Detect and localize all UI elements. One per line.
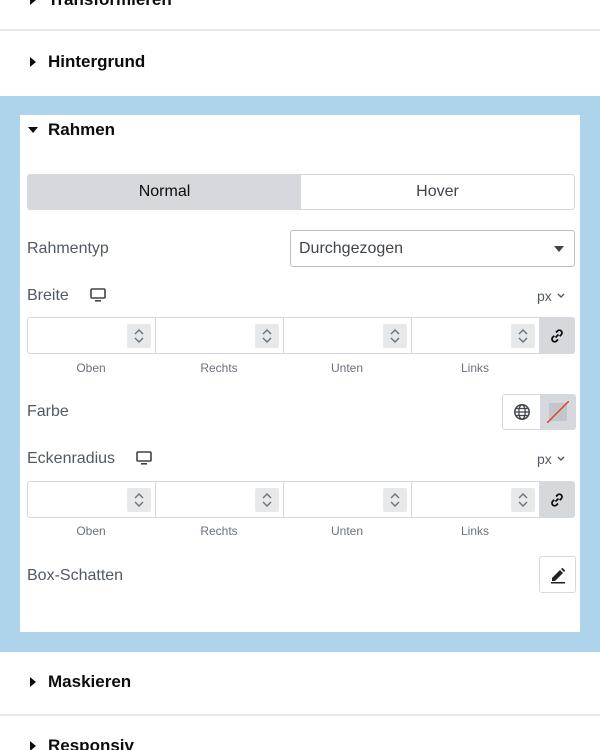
section-hintergrund[interactable]: Hintergrund: [0, 48, 600, 76]
divider: [0, 29, 600, 31]
caret-right-icon: [30, 741, 36, 750]
breite-unit-select[interactable]: px: [537, 288, 565, 304]
farbe-control: [502, 394, 576, 430]
spinner-arrows-icon: [518, 329, 528, 343]
section-title: Transformieren: [48, 0, 172, 10]
section-title: Rahmen: [48, 120, 116, 139]
no-color-icon: [546, 401, 569, 423]
farbe-label: Farbe: [27, 403, 69, 420]
spinner[interactable]: [383, 488, 407, 512]
section-transformieren[interactable]: Transformieren: [0, 0, 600, 14]
section-maskieren[interactable]: Maskieren: [0, 668, 600, 696]
eckenradius-links-input[interactable]: [412, 482, 540, 517]
global-colors-button[interactable]: [503, 395, 540, 429]
unit-label: px: [537, 288, 552, 304]
eckenradius-unten-input[interactable]: [284, 482, 412, 517]
breite-links-input[interactable]: [412, 318, 540, 353]
caret-right-icon: [30, 57, 36, 67]
breite-rechts-input[interactable]: [156, 318, 284, 353]
spinner[interactable]: [383, 324, 407, 348]
eckenradius-oben-input[interactable]: [28, 482, 156, 517]
section-rahmen-panel: Rahmen Normal Hover Rahmentyp Durchgezog…: [20, 115, 580, 632]
tab-normal[interactable]: Normal: [28, 175, 301, 209]
unit-label: px: [537, 451, 552, 467]
spinner[interactable]: [255, 324, 279, 348]
color-picker-swatch[interactable]: [540, 395, 575, 429]
eckenradius-rechts-input[interactable]: [156, 482, 284, 517]
section-rahmen-header[interactable]: Rahmen: [28, 119, 115, 141]
rahmentyp-label: Rahmentyp: [27, 240, 109, 257]
desktop-icon[interactable]: [136, 451, 152, 465]
eckenradius-link-button[interactable]: [540, 482, 574, 517]
breite-label-links: Links: [460, 361, 489, 375]
globe-icon: [513, 404, 530, 420]
spinner-arrows-icon: [134, 329, 144, 343]
eckenradius-label-unten: Unten: [330, 524, 364, 538]
eckenradius-label: Eckenradius: [27, 450, 116, 467]
caret-right-icon: [30, 0, 36, 5]
eckenradius-label-oben: Oben: [76, 524, 106, 538]
rahmentyp-select[interactable]: Durchgezogen: [290, 230, 575, 267]
breite-label-unten: Unten: [330, 361, 364, 375]
spinner-arrows-icon: [390, 329, 400, 343]
box-schatten-label: Box-Schatten: [27, 567, 124, 584]
tab-hover[interactable]: Hover: [301, 175, 574, 209]
breite-oben-input[interactable]: [28, 318, 156, 353]
eckenradius-label-links: Links: [460, 524, 489, 538]
divider: [0, 714, 600, 716]
section-title: Hintergrund: [48, 52, 146, 71]
chevron-down-icon: [557, 456, 565, 461]
spinner-arrows-icon: [390, 493, 400, 507]
caret-right-icon: [30, 677, 36, 687]
spinner-arrows-icon: [262, 493, 272, 507]
spinner[interactable]: [127, 324, 151, 348]
breite-label-oben: Oben: [76, 361, 106, 375]
rahmentyp-value: Durchgezogen: [299, 239, 404, 257]
breite-label-rechts: Rechts: [200, 361, 238, 375]
caret-down-icon: [554, 246, 564, 252]
chevron-down-icon: [557, 293, 565, 298]
link-icon: [551, 492, 563, 507]
breite-dimensions: [27, 317, 575, 354]
state-tabs: Normal Hover: [27, 174, 575, 210]
link-icon: [551, 328, 563, 343]
spinner[interactable]: [255, 488, 279, 512]
breite-label: Breite: [27, 287, 69, 304]
eckenradius-label-rechts: Rechts: [200, 524, 238, 538]
spinner-arrows-icon: [262, 329, 272, 343]
breite-unten-input[interactable]: [284, 318, 412, 353]
eckenradius-unit-select[interactable]: px: [537, 451, 565, 467]
spinner-arrows-icon: [134, 493, 144, 507]
eckenradius-dimensions: [27, 481, 575, 518]
box-schatten-edit-button[interactable]: [539, 556, 576, 593]
spinner[interactable]: [511, 488, 535, 512]
breite-link-button[interactable]: [540, 318, 574, 353]
spinner-arrows-icon: [518, 493, 528, 507]
spinner[interactable]: [127, 488, 151, 512]
caret-down-icon: [28, 127, 38, 133]
desktop-icon[interactable]: [90, 288, 106, 302]
section-responsiv[interactable]: Responsiv: [0, 732, 600, 750]
pencil-icon: [550, 567, 565, 583]
spinner[interactable]: [511, 324, 535, 348]
section-title: Responsiv: [48, 736, 134, 750]
section-title: Maskieren: [48, 672, 132, 691]
